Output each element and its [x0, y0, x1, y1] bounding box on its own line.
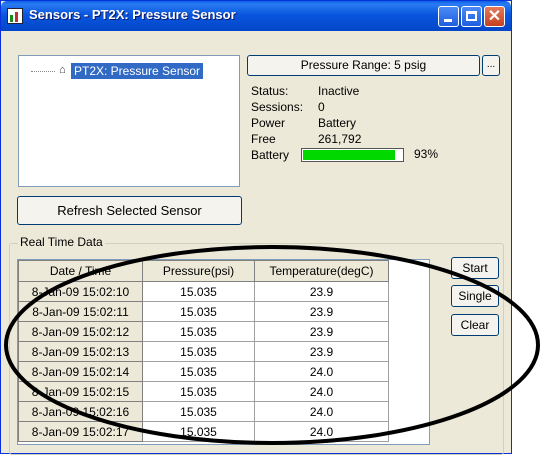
tree-connector [31, 71, 55, 72]
tree-node-pt2x[interactable]: PT2X: Pressure Sensor [71, 63, 204, 79]
table-header-row: Date / Time Pressure(psi) Temperature(de… [18, 260, 389, 282]
minimize-icon [444, 19, 452, 22]
window-title: Sensors - PT2X: Pressure Sensor [29, 7, 236, 22]
refresh-selected-sensor-button[interactable]: Refresh Selected Sensor [17, 196, 242, 225]
cell-temperature: 23.9 [254, 281, 389, 302]
minimize-button[interactable] [438, 6, 459, 27]
clear-button[interactable]: Clear [451, 314, 499, 336]
status-value: Inactive [318, 84, 360, 98]
battery-level-bar [301, 148, 404, 162]
cell-pressure: 15.035 [142, 321, 255, 342]
cell-pressure: 15.035 [142, 341, 255, 362]
start-button[interactable]: Start [451, 257, 499, 279]
sessions-label: Sessions: [251, 100, 304, 114]
status-label: Status: [251, 84, 289, 98]
table-row[interactable]: 8-Jan-09 15:02:15 15.035 24.0 [18, 381, 389, 402]
app-icon [7, 8, 23, 24]
close-icon: ✕ [487, 8, 502, 25]
cell-date-time: 8-Jan-09 15:02:13 [18, 341, 143, 362]
free-label: Free [251, 132, 276, 146]
sessions-value: 0 [318, 100, 325, 114]
cell-temperature: 23.9 [254, 341, 389, 362]
free-value: 261,792 [318, 132, 362, 146]
battery-label: Battery [251, 148, 290, 162]
battery-level-fill [303, 150, 395, 160]
close-button[interactable]: ✕ [484, 6, 505, 27]
title-bar[interactable]: Sensors - PT2X: Pressure Sensor ✕ [1, 1, 511, 31]
power-value: Battery [318, 116, 357, 130]
cell-date-time: 8-Jan-09 15:02:12 [18, 321, 143, 342]
cell-temperature: 24.0 [254, 401, 389, 422]
cell-date-time: 8-Jan-09 15:02:10 [18, 281, 143, 302]
table-row[interactable]: 8-Jan-09 15:02:16 15.035 24.0 [18, 401, 389, 422]
cell-pressure: 15.035 [142, 281, 255, 302]
sensor-node-icon: ⌂ [59, 64, 66, 76]
sensors-window: Sensors - PT2X: Pressure Sensor ✕ ⌂ PT2X… [0, 0, 512, 455]
pressure-range-more-button[interactable]: ... [482, 55, 500, 76]
real-time-data-table[interactable]: Date / Time Pressure(psi) Temperature(de… [17, 259, 430, 445]
cell-temperature: 23.9 [254, 321, 389, 342]
cell-date-time: 8-Jan-09 15:02:11 [18, 301, 143, 322]
cell-date-time: 8-Jan-09 15:02:14 [18, 361, 143, 382]
column-header-date-time[interactable]: Date / Time [18, 260, 143, 282]
cell-pressure: 15.035 [142, 401, 255, 422]
single-button[interactable]: Single [451, 285, 499, 307]
cell-temperature: 23.9 [254, 301, 389, 322]
table-row[interactable]: 8-Jan-09 15:02:14 15.035 24.0 [18, 361, 389, 382]
sensor-tree[interactable]: ⌂ PT2X: Pressure Sensor [18, 55, 240, 187]
cell-date-time: 8-Jan-09 15:02:15 [18, 381, 143, 402]
table-row[interactable]: 8-Jan-09 15:02:11 15.035 23.9 [18, 301, 389, 322]
table-row[interactable]: 8-Jan-09 15:02:17 15.035 24.0 [18, 421, 389, 442]
table-row[interactable]: 8-Jan-09 15:02:10 15.035 23.9 [18, 281, 389, 302]
table-row[interactable]: 8-Jan-09 15:02:13 15.035 23.9 [18, 341, 389, 362]
pressure-range-button[interactable]: Pressure Range: 5 psig [247, 55, 480, 76]
cell-temperature: 24.0 [254, 361, 389, 382]
cell-pressure: 15.035 [142, 361, 255, 382]
cell-temperature: 24.0 [254, 421, 389, 442]
real-time-data-title: Real Time Data [18, 235, 105, 249]
maximize-button[interactable] [461, 6, 482, 27]
cell-pressure: 15.035 [142, 301, 255, 322]
column-header-temperature[interactable]: Temperature(degC) [254, 260, 389, 282]
cell-date-time: 8-Jan-09 15:02:16 [18, 401, 143, 422]
table-row[interactable]: 8-Jan-09 15:02:12 15.035 23.9 [18, 321, 389, 342]
column-header-pressure[interactable]: Pressure(psi) [142, 260, 255, 282]
cell-pressure: 15.035 [142, 421, 255, 442]
maximize-icon [466, 11, 477, 21]
cell-date-time: 8-Jan-09 15:02:17 [18, 421, 143, 442]
battery-percent: 93% [414, 147, 439, 161]
power-label: Power [251, 116, 286, 130]
cell-temperature: 24.0 [254, 381, 389, 402]
cell-pressure: 15.035 [142, 381, 255, 402]
